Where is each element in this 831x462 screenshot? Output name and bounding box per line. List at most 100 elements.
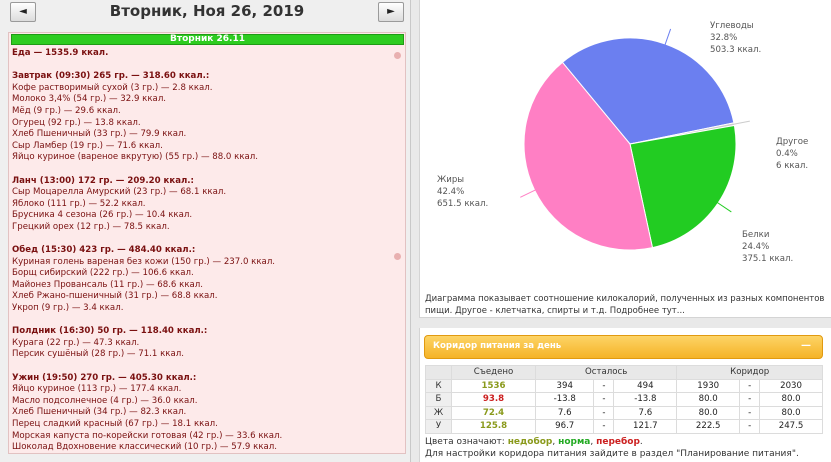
pie-label-kcal: 375.1 ккал. bbox=[742, 254, 794, 264]
corridor-header[interactable]: Коридор питания за день — bbox=[424, 335, 823, 359]
settings-hint: Для настройки коридора питания зайдите в… bbox=[425, 449, 799, 459]
pie-label-other: Другое 0.4% 6 ккал. bbox=[776, 136, 808, 172]
corridor-min: 80.0 bbox=[676, 405, 741, 420]
table-header-row: Съедено Осталось Коридор bbox=[425, 365, 823, 380]
food-item[interactable]: Куриная голень вареная без кожи (150 гр.… bbox=[12, 257, 392, 269]
left-max: -13.8 bbox=[613, 392, 678, 407]
food-item[interactable]: Борщ сибирский (222 гр.) — 106.6 ккал. bbox=[12, 268, 392, 280]
pie-label-name: Углеводы bbox=[710, 21, 754, 31]
range-dash: - bbox=[593, 378, 615, 393]
edit-handle-icon[interactable] bbox=[394, 52, 401, 59]
table-row: Ж 72.4 7.6-7.6 80.0-80.0 bbox=[425, 405, 823, 420]
eaten-value: 93.8 bbox=[451, 392, 536, 407]
table-row: У 125.8 96.7-121.7 222.5-247.5 bbox=[425, 419, 823, 434]
corridor-min: 222.5 bbox=[676, 419, 741, 434]
meal-heading: Еда — 1535.9 ккал. bbox=[12, 48, 109, 58]
range-dash: - bbox=[593, 419, 615, 434]
food-item[interactable]: Грецкий орех (12 гр.) — 78.5 ккал. bbox=[12, 222, 392, 234]
pie-label-kcal: 6 ккал. bbox=[776, 161, 809, 171]
meal-heading: Обед (15:30) 423 гр. — 484.40 ккал.: bbox=[12, 245, 196, 256]
food-item[interactable]: Перец сладкий красный (67 гр.) — 18.1 кк… bbox=[12, 419, 392, 431]
date-header: ◄ Вторник, Ноя 26, 2019 ► bbox=[0, 0, 411, 26]
food-item[interactable]: Персик сушёный (28 гр.) — 71.1 ккал. bbox=[12, 349, 392, 361]
food-item[interactable]: Масло подсолнечное (4 гр.) — 36.0 ккал. bbox=[12, 396, 392, 408]
meal-heading: Завтрак (09:30) 265 гр. — 318.60 ккал.: bbox=[12, 71, 210, 82]
header-eaten: Съедено bbox=[451, 365, 536, 380]
row-label: Б bbox=[425, 392, 452, 407]
food-item[interactable]: Хлеб Ржано-пшеничный (31 гр.) — 68.8 кка… bbox=[12, 291, 392, 303]
header-left: Осталось bbox=[534, 365, 678, 380]
pie-label-name: Белки bbox=[742, 230, 770, 240]
eaten-value: 125.8 bbox=[451, 419, 536, 434]
nutrition-corridor-panel: Коридор питания за день — Съедено Остало… bbox=[419, 328, 831, 462]
corridor-max: 2030 bbox=[759, 378, 823, 393]
legend-end: . bbox=[639, 437, 643, 447]
next-day-button[interactable]: ► bbox=[378, 2, 404, 22]
left-max: 7.6 bbox=[613, 405, 678, 420]
corridor-min: 1930 bbox=[676, 378, 741, 393]
day-progress-bar[interactable]: Вторник 26.11 bbox=[11, 34, 404, 45]
day-meals-panel: Вторник 26.11 Еда — 1535.9 ккал. Завтрак … bbox=[8, 32, 406, 454]
pie-leader-line bbox=[520, 188, 538, 198]
corridor-title: Коридор питания за день bbox=[433, 341, 562, 351]
food-item[interactable]: Брусника 4 сезона (26 гр.) — 10.4 ккал. bbox=[12, 210, 392, 222]
range-dash: - bbox=[739, 405, 761, 420]
date-title: Вторник, Ноя 26, 2019 bbox=[109, 2, 305, 20]
food-item[interactable]: Огурец (92 гр.) — 13.8 ккал. bbox=[12, 118, 392, 130]
food-item[interactable]: Хлеб Пшеничный (33 гр.) — 79.9 ккал. bbox=[12, 129, 392, 141]
corner-cell bbox=[425, 365, 452, 380]
food-item[interactable]: Сыр Моцарелла Амурский (23 гр.) — 68.1 к… bbox=[12, 187, 392, 199]
range-dash: - bbox=[593, 392, 615, 407]
pie-label-name: Другое bbox=[776, 137, 809, 147]
pie-label-pct: 24.4% bbox=[742, 242, 770, 252]
collapse-icon[interactable]: — bbox=[800, 341, 812, 353]
left-max: 494 bbox=[613, 378, 678, 393]
legend-norm: норма bbox=[558, 437, 591, 447]
food-item[interactable]: Шоколад Вдохновение классический (10 гр.… bbox=[12, 442, 392, 454]
range-dash: - bbox=[739, 392, 761, 407]
food-item[interactable]: Хлеб Пшеничный (34 гр.) — 82.3 ккал. bbox=[12, 407, 392, 419]
color-legend: Цвета означают: недобор, норма, перебор. bbox=[425, 436, 643, 448]
pie-label-pct: 32.8% bbox=[710, 33, 738, 43]
eaten-value: 72.4 bbox=[451, 405, 536, 420]
food-item[interactable]: Курага (22 гр.) — 47.3 ккал. bbox=[12, 338, 392, 350]
food-item[interactable]: Яйцо куриное (вареное вкрутую) (55 гр.) … bbox=[12, 152, 392, 164]
eaten-value: 1536 bbox=[451, 378, 536, 393]
table-row: К 1536 394-494 1930-2030 bbox=[425, 378, 823, 393]
meal-heading: Полдник (16:30) 50 гр. — 118.40 ккал.: bbox=[12, 326, 208, 337]
pie-label-kcal: 503.3 ккал. bbox=[710, 45, 762, 55]
pie-leader-line bbox=[715, 200, 732, 213]
edit-handle-icon[interactable] bbox=[394, 253, 401, 260]
left-min: -13.8 bbox=[534, 392, 595, 407]
range-dash: - bbox=[593, 405, 615, 420]
left-min: 394 bbox=[534, 378, 595, 393]
left-min: 96.7 bbox=[534, 419, 595, 434]
legend-over: перебор bbox=[596, 437, 640, 447]
food-item[interactable]: Молоко 3,4% (54 гр.) — 32.9 ккал. bbox=[12, 94, 392, 106]
food-item[interactable]: Сыр Ламбер (19 гр.) — 71.6 ккал. bbox=[12, 141, 392, 153]
food-item[interactable]: Майонез Провансаль (11 гр.) — 68.6 ккал. bbox=[12, 280, 392, 292]
food-item[interactable]: Мёд (9 гр.) — 29.6 ккал. bbox=[12, 106, 392, 118]
prev-day-button[interactable]: ◄ bbox=[10, 2, 36, 22]
corridor-max: 80.0 bbox=[759, 392, 823, 407]
pie-label-pct: 42.4% bbox=[437, 187, 465, 197]
food-item[interactable]: Укроп (9 гр.) — 3.4 ккал. bbox=[12, 303, 392, 315]
corridor-min: 80.0 bbox=[676, 392, 741, 407]
food-item[interactable]: Яйцо куриное (113 гр.) — 177.4 ккал. bbox=[12, 384, 392, 396]
meal-heading: Ланч (13:00) 172 гр. — 209.20 ккал.: bbox=[12, 175, 194, 186]
left-min: 7.6 bbox=[534, 405, 595, 420]
pie-label-kcal: 651.5 ккал. bbox=[437, 199, 489, 209]
pie-label-protein: Белки 24.4% 375.1 ккал. bbox=[742, 229, 793, 265]
left-max: 121.7 bbox=[613, 419, 678, 434]
chart-caption: Диаграмма показывает соотношение килокал… bbox=[425, 294, 825, 316]
app-root: ◄ Вторник, Ноя 26, 2019 ► Вторник 26.11 … bbox=[0, 0, 831, 462]
food-item[interactable]: Морская капуста по-корейски готовая (42 … bbox=[12, 431, 392, 443]
food-item[interactable]: Яблоко (111 гр.) — 52.2 ккал. bbox=[12, 199, 392, 211]
nutrient-chart-panel: Углеводы 32.8% 503.3 ккал. Другое 0.4% 6… bbox=[419, 0, 831, 318]
pie-label-name: Жиры bbox=[437, 175, 465, 185]
food-item[interactable]: Кофе растворимый сухой (3 гр.) — 2.8 кка… bbox=[12, 83, 392, 95]
meal-heading: Ужин (19:50) 270 гр. — 405.30 ккал.: bbox=[12, 372, 197, 383]
table-row: Б 93.8 -13.8- -13.8 80.0-80.0 bbox=[425, 392, 823, 407]
